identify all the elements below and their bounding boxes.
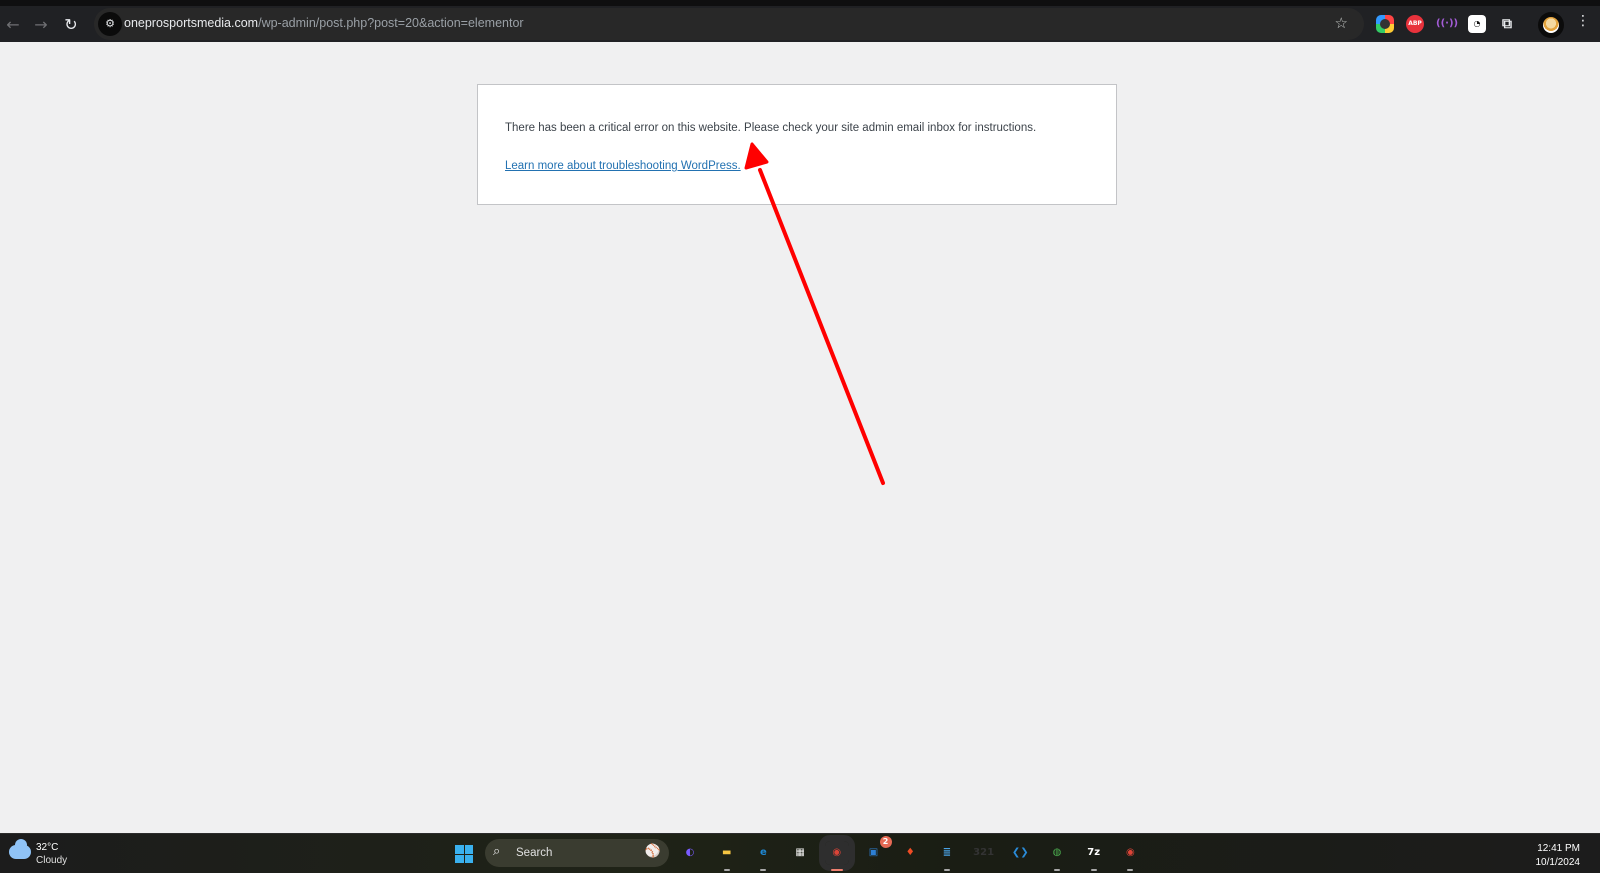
browser-toolbar: ← → ↻ ⚙ oneprosportsmedia.com/wp-admin/p… xyxy=(0,0,1600,42)
taskbar-app-notepad[interactable]: ≣ xyxy=(935,841,959,871)
bookmark-button[interactable]: ☆ xyxy=(1335,14,1348,32)
taskbar-app-file-explorer[interactable]: ▬ xyxy=(715,841,739,871)
forward-button[interactable]: → xyxy=(28,12,54,38)
taskbar-app-brave[interactable]: ♦ xyxy=(898,841,922,865)
brave-icon: ♦ xyxy=(905,847,915,858)
arrow-right-icon: → xyxy=(34,15,48,34)
reload-button[interactable]: ↻ xyxy=(58,12,84,38)
windows-logo-tile xyxy=(455,845,464,854)
taskbar-search[interactable]: ⌕ Search ⚾ xyxy=(485,839,669,867)
url-path: /wp-admin/post.php?post=20&action=elemen… xyxy=(258,16,524,30)
clock-time: 12:41 PM xyxy=(1537,843,1580,854)
system-clock[interactable]: 12:41 PM 10/1/2024 xyxy=(1536,842,1581,870)
media-player-classic-icon: 321 xyxy=(973,847,995,858)
clock-extension-icon[interactable]: ◔ xyxy=(1468,15,1486,33)
baseball-highlight-icon: ⚾ xyxy=(644,844,661,859)
more-vertical-icon: ⋮ xyxy=(1576,13,1590,29)
profile-avatar[interactable] xyxy=(1538,12,1564,38)
clock-date: 10/1/2024 xyxy=(1535,857,1581,868)
download-manager-icon: ◍ xyxy=(1052,847,1062,858)
windows-logo-tile xyxy=(464,854,473,863)
extensions-puzzle-icon[interactable]: ⧉ xyxy=(1498,15,1516,33)
cloud-icon xyxy=(9,839,31,859)
url-text[interactable]: oneprosportsmedia.com/wp-admin/post.php?… xyxy=(124,16,524,30)
search-label: Search xyxy=(516,847,553,859)
vs-code-icon: ❮❯ xyxy=(1011,847,1029,858)
chrome-profile-1-icon: ◉ xyxy=(832,847,842,858)
taskbar-app-microsoft-store[interactable]: ▦ xyxy=(788,841,812,865)
radio-extension-icon[interactable]: ((·)) xyxy=(1436,15,1458,33)
notification-badge: 2 xyxy=(879,836,892,848)
windows-logo-tile xyxy=(455,854,464,863)
taskbar: 32°C Cloudy ⌕ Search ⚾ ◐ ▬ e ▦ ◉ ▣ 2 ♦ ≣ 321 ❮❯ ◍ 7z… xyxy=(0,833,1600,873)
phone-link-icon: ▣ xyxy=(868,847,879,858)
browser-menu-button[interactable]: ⋮ xyxy=(1576,13,1590,29)
windows-logo-tile xyxy=(464,845,473,854)
taskbar-app-7-zip[interactable]: 7z xyxy=(1082,841,1106,871)
file-explorer-icon: ▬ xyxy=(721,847,732,858)
taskbar-app-chrome-profile-2[interactable]: ◉ xyxy=(1118,841,1142,871)
taskbar-app-chrome-profile-1[interactable]: ◉ xyxy=(818,835,855,871)
url-host: oneprosportsmedia.com xyxy=(124,16,259,30)
error-message: There has been a critical error on this … xyxy=(505,122,1037,134)
site-info-button[interactable]: ⚙ xyxy=(98,12,122,36)
error-message-box: There has been a critical error on this … xyxy=(477,84,1117,205)
notepad-icon: ≣ xyxy=(942,847,952,858)
arrow-shaft xyxy=(758,168,885,485)
search-icon: ⌕ xyxy=(493,844,501,859)
weather-condition: Cloudy xyxy=(36,855,68,866)
7-zip-icon: 7z xyxy=(1087,847,1101,858)
taskbar-app-copilot[interactable]: ◐ xyxy=(678,841,702,865)
weather-temperature: 32°C xyxy=(36,842,59,853)
taskbar-app-vs-code[interactable]: ❮❯ xyxy=(1008,841,1032,865)
back-button[interactable]: ← xyxy=(0,12,26,38)
troubleshooting-link[interactable]: Learn more about troubleshooting WordPre… xyxy=(505,160,741,172)
copilot-icon: ◐ xyxy=(685,847,695,858)
taskbar-app-phone-link[interactable]: ▣ 2 xyxy=(862,836,892,865)
taskbar-app-media-player-classic[interactable]: 321 xyxy=(972,841,996,865)
star-icon: ☆ xyxy=(1334,14,1348,32)
chrome-profile-2-icon: ◉ xyxy=(1126,847,1135,858)
address-bar[interactable]: ⚙ oneprosportsmedia.com/wp-admin/post.ph… xyxy=(94,8,1364,40)
edge-icon: e xyxy=(759,847,767,858)
taskbar-app-download-manager[interactable]: ◍ xyxy=(1045,841,1069,871)
screen-capture-extension-icon[interactable] xyxy=(1376,15,1394,33)
reload-icon: ↻ xyxy=(64,15,78,34)
taskbar-app-edge[interactable]: e xyxy=(751,841,775,871)
adblock-plus-icon[interactable]: ABP xyxy=(1406,15,1424,33)
microsoft-store-icon: ▦ xyxy=(795,847,805,858)
arrow-left-icon: ← xyxy=(6,15,20,34)
tune-icon: ⚙ xyxy=(105,17,115,30)
start-button[interactable] xyxy=(455,845,473,863)
